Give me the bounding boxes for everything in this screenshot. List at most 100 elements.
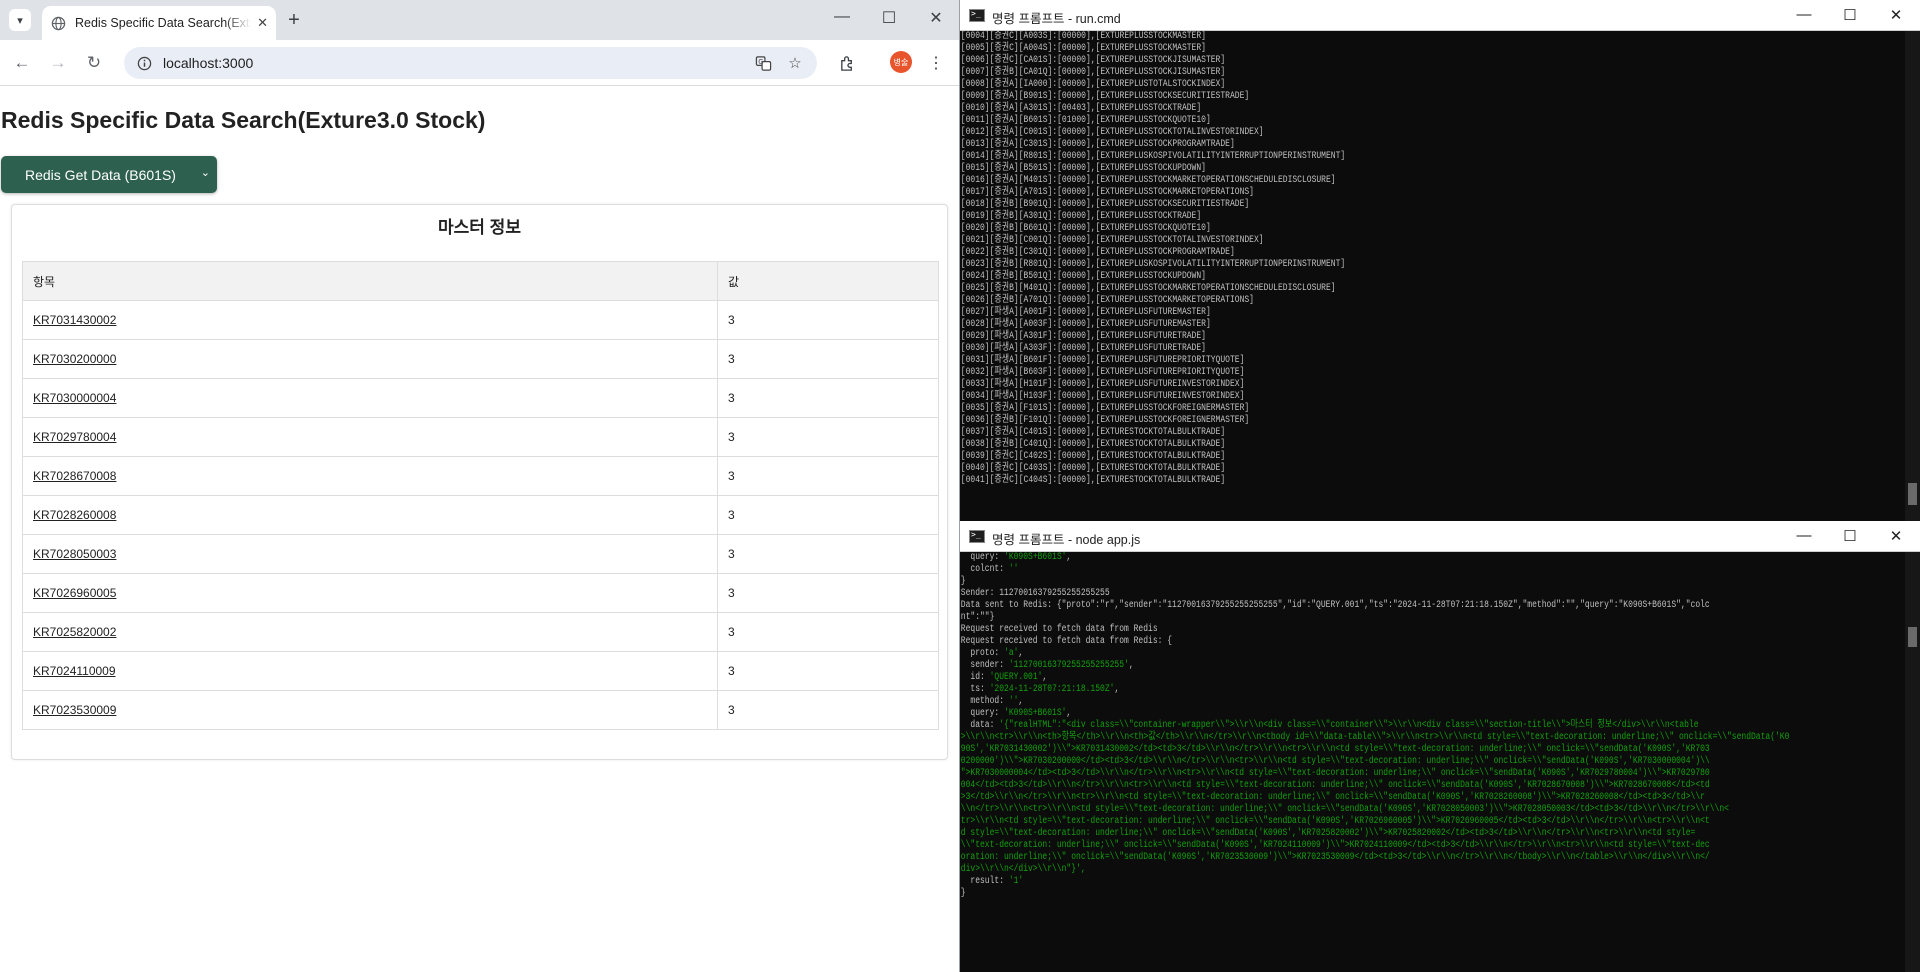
- more-menu-icon[interactable]: ⋮: [925, 52, 947, 74]
- console-line: colcnt: '': [960, 564, 1019, 575]
- select-value: Redis Get Data (B601S): [25, 166, 176, 183]
- minimize-button[interactable]: —: [1793, 527, 1815, 544]
- item-code-link[interactable]: KR7030200000: [22, 339, 718, 379]
- console-scrollbar[interactable]: [1905, 552, 1920, 972]
- minimize-button[interactable]: —: [831, 8, 853, 26]
- forward-button[interactable]: →: [47, 52, 69, 74]
- maximize-button[interactable]: ☐: [1839, 6, 1861, 24]
- item-value: 3: [717, 573, 939, 613]
- item-value: 3: [717, 339, 939, 379]
- console-data-line: 90S','KR7031430002')\\">KR7031430002</td…: [960, 744, 1710, 755]
- console-scrollbar[interactable]: [1905, 31, 1920, 521]
- url-text[interactable]: localhost:3000: [163, 55, 753, 71]
- console-data-line: \\n</tr>\\r\\n<tr>\\r\\n<td style=\\"tex…: [960, 804, 1729, 815]
- console-line: method: '',: [960, 696, 1024, 707]
- tab-close-icon[interactable]: ✕: [257, 15, 268, 31]
- console-output: [0004][증권C][A003S]:[00000],[EXTUREPLUSST…: [960, 31, 1920, 487]
- console-titlebar: 명령 프롬프트 - node app.js — ☐ ✕: [960, 521, 1920, 552]
- item-code-link[interactable]: KR7028670008: [22, 456, 718, 496]
- translate-icon[interactable]: G: [753, 53, 773, 73]
- tab-title: Redis Specific Data Search(Exture3.0 Sto…: [75, 16, 251, 30]
- console-data-line: 004</td><td>3</td>\\r\\n</tr>\\r\\n<tr>\…: [960, 780, 1710, 791]
- console-line: query: 'K090S+B601S',: [960, 552, 1072, 563]
- console-line: [0030][파생A][A303F]:[00000],[EXTUREPLUSFU…: [960, 343, 1206, 354]
- console-line: [0025][증권B][M401Q]:[00000],[EXTUREPLUSST…: [960, 283, 1336, 294]
- command-prompt-icon: [969, 9, 985, 22]
- item-code-link[interactable]: KR7029780004: [22, 417, 718, 457]
- console-data-line: div>\\r\\n</div>\\r\\n"}',: [960, 864, 1086, 875]
- scrollbar-thumb[interactable]: [1908, 483, 1917, 505]
- scrollbar-thumb[interactable]: [1908, 627, 1917, 647]
- console-line: ts: '2024-11-28T07:21:18.150Z',: [960, 684, 1120, 695]
- console-title: 명령 프롬프트 - run.cmd: [992, 12, 1121, 26]
- console-line: [0026][증권B][A701Q]:[00000],[EXTUREPLUSST…: [960, 295, 1254, 306]
- table-body: KR7031430002 3 KR7030200000 3 KR7030000004…: [22, 300, 939, 730]
- console-data-line: ">KR7030000004</td><td>3</td>\\r\\n</tr>…: [960, 768, 1710, 779]
- item-code-link[interactable]: KR7028050003: [22, 534, 718, 574]
- table-row: KR7023530009 3: [22, 690, 939, 730]
- reload-button[interactable]: ↻: [83, 52, 105, 74]
- item-value: 3: [717, 378, 939, 418]
- console-line: [0019][증권B][A301Q]:[00000],[EXTUREPLUSST…: [960, 211, 1202, 222]
- item-code-link[interactable]: KR7031430002: [22, 300, 718, 340]
- bookmark-star-icon[interactable]: ☆: [785, 53, 805, 73]
- console-line: proto: 'a',: [960, 648, 1024, 659]
- item-code-link[interactable]: KR7023530009: [22, 690, 718, 730]
- console-line: }: [960, 576, 966, 587]
- item-code-link[interactable]: KR7026960005: [22, 573, 718, 613]
- item-value: 3: [717, 456, 939, 496]
- svg-text:G: G: [758, 57, 763, 65]
- console-line: [0032][파생A][B603F]:[00000],[EXTUREPLUSFU…: [960, 367, 1245, 378]
- extensions-icon[interactable]: [836, 52, 858, 74]
- item-value: 3: [717, 534, 939, 574]
- column-header-value: 값: [717, 261, 939, 301]
- console-output: query: 'K090S+B601S', colcnt: '' } Sende…: [960, 552, 1920, 900]
- console-data-line: data: '{"realHTML":"<div class=\\"contai…: [960, 720, 1699, 731]
- browser-window: ▾ Redis Specific Data Search(Exture3.0 S…: [0, 0, 960, 972]
- maximize-button[interactable]: ☐: [878, 8, 900, 28]
- back-button[interactable]: ←: [11, 52, 33, 74]
- console-line: [0005][증권C][A004S]:[00000],[EXTUREPLUSST…: [960, 43, 1206, 54]
- console-line: Request received to fetch data from Redi…: [960, 636, 1173, 647]
- profile-avatar[interactable]: 병술: [890, 51, 912, 73]
- maximize-button[interactable]: ☐: [1839, 527, 1861, 545]
- console-line: [0039][증권C][C402S]:[00000],[EXTURESTOCKT…: [960, 451, 1226, 462]
- close-window-button[interactable]: ✕: [1885, 6, 1907, 24]
- item-code-link[interactable]: KR7030000004: [22, 378, 718, 418]
- console-line: [0022][증권B][C301Q]:[00000],[EXTUREPLUSST…: [960, 247, 1235, 258]
- table-row: KR7024110009 3: [22, 651, 939, 691]
- console-line: [0033][파생A][H101F]:[00000],[EXTUREPLUSFU…: [960, 379, 1245, 390]
- console-data-line: tr>\\r\\n<td style=\\"text-decoration: u…: [960, 816, 1710, 827]
- master-info-panel: 마스터 정보 항목 값 KR7031430002 3 KR7030200000 3 …: [11, 204, 948, 760]
- item-code-link[interactable]: KR7028260008: [22, 495, 718, 535]
- console-line: [0015][증권A][B501S]:[00000],[EXTUREPLUSST…: [960, 163, 1206, 174]
- console-line: [0023][증권B][R801Q]:[00000],[EXTUREPLUSKO…: [960, 259, 1346, 270]
- site-info-icon[interactable]: [136, 55, 152, 71]
- console-line: }: [960, 888, 966, 899]
- item-value: 3: [717, 651, 939, 691]
- console-data-line: d style=\\"text-decoration: underline;\\…: [960, 828, 1696, 839]
- console-line: Request received to fetch data from Redi…: [960, 624, 1158, 635]
- console-titlebar: 명령 프롬프트 - run.cmd — ☐ ✕: [960, 0, 1920, 31]
- address-bar[interactable]: localhost:3000 G ☆: [124, 47, 817, 79]
- new-tab-button[interactable]: +: [282, 9, 306, 33]
- console-line: [0037][증권A][C401S]:[00000],[EXTURESTOCKT…: [960, 427, 1226, 438]
- item-code-link[interactable]: KR7025820002: [22, 612, 718, 652]
- console-line: [0004][증권C][A003S]:[00000],[EXTUREPLUSST…: [960, 31, 1206, 42]
- data-source-select[interactable]: Redis Get Data (B601S) ⌄: [1, 156, 217, 193]
- minimize-button[interactable]: —: [1793, 6, 1815, 23]
- item-code-link[interactable]: KR7024110009: [22, 651, 718, 691]
- console-node-app: 명령 프롬프트 - node app.js — ☐ ✕ query: 'K090…: [960, 521, 1920, 972]
- tab-search-button[interactable]: ▾: [9, 9, 31, 31]
- table-row: KR7026960005 3: [22, 573, 939, 613]
- console-line: [0011][증권A][B601S]:[01000],[EXTUREPLUSST…: [960, 115, 1211, 126]
- console-line: nt":""}: [960, 612, 995, 623]
- item-value: 3: [717, 300, 939, 340]
- console-line: [0034][파생A][H103F]:[00000],[EXTUREPLUSFU…: [960, 391, 1245, 402]
- console-data-line: >3</td>\\r\\n</tr>\\r\\n<tr>\\r\\n<td st…: [960, 792, 1705, 803]
- table-row: KR7025820002 3: [22, 612, 939, 652]
- close-window-button[interactable]: ✕: [1885, 527, 1907, 545]
- table-row: KR7028050003 3: [22, 534, 939, 574]
- close-window-button[interactable]: ✕: [925, 8, 947, 28]
- tab-redis-search[interactable]: Redis Specific Data Search(Exture3.0 Sto…: [42, 6, 276, 40]
